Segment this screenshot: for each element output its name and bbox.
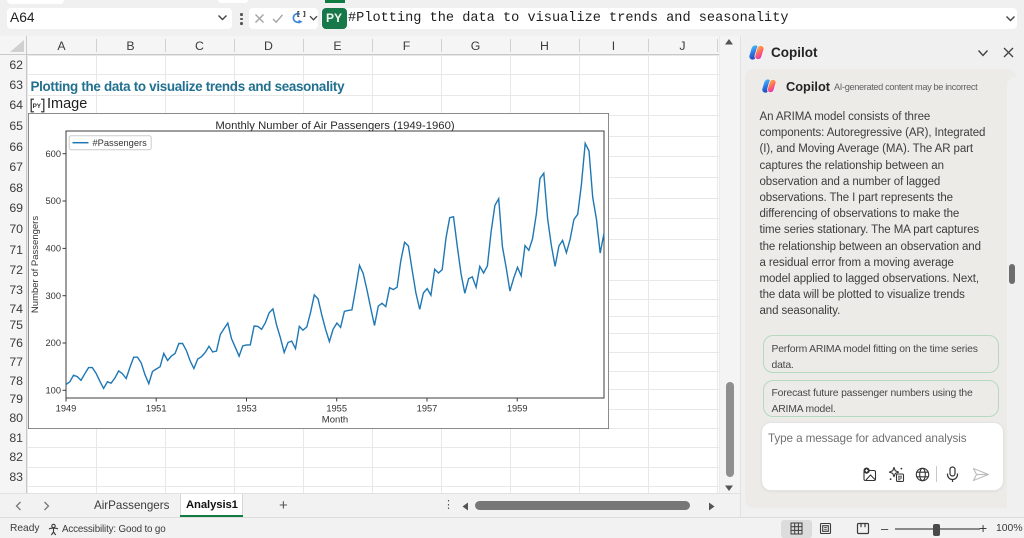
svg-text:1951: 1951 [146,404,167,414]
svg-text:Number of Passengers: Number of Passengers [30,216,41,313]
svg-text:#Passengers: #Passengers [93,138,148,148]
svg-text:600: 600 [45,149,61,159]
svg-text:500: 500 [45,196,61,206]
svg-text:400: 400 [45,244,61,254]
svg-text:Monthly Number of Air Passenge: Monthly Number of Air Passengers (1949-1… [215,120,454,132]
svg-text:1955: 1955 [326,404,347,414]
svg-text:1957: 1957 [417,404,438,414]
svg-text:1953: 1953 [236,404,257,414]
svg-text:PY: PY [33,103,42,110]
svg-text:200: 200 [45,338,61,348]
svg-text:Month: Month [322,415,348,426]
svg-text:1959: 1959 [507,404,528,414]
svg-text:300: 300 [45,291,61,301]
svg-text:100: 100 [45,385,61,395]
svg-text:1949: 1949 [56,404,77,414]
